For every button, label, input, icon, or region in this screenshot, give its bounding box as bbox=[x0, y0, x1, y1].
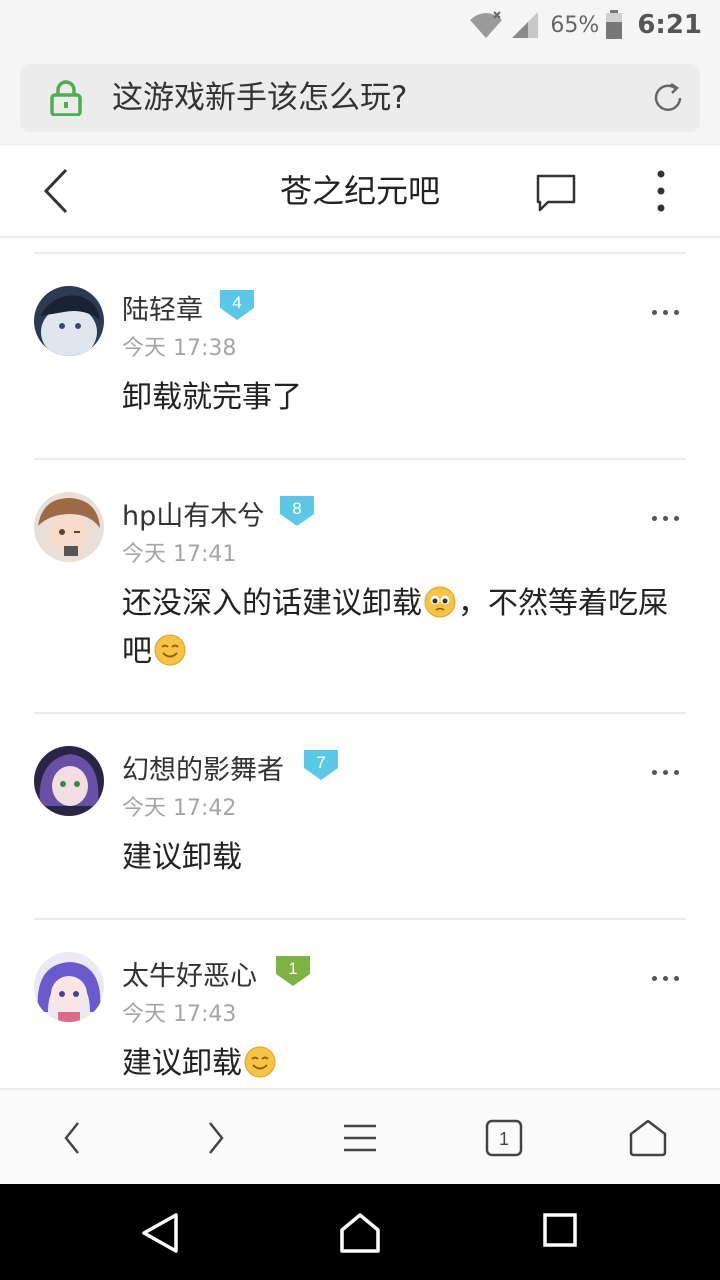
chevron-right-icon bbox=[209, 1122, 224, 1154]
reply-content: 还没深入的话建议卸载 ，不然等着吃屎吧 bbox=[122, 580, 692, 676]
level-badge: 1 bbox=[276, 956, 310, 986]
reply-time: 今天 17:42 bbox=[122, 796, 237, 821]
pleading-emoji-icon bbox=[424, 586, 456, 618]
wifi-icon bbox=[470, 11, 503, 38]
browser-forward-button[interactable] bbox=[192, 1114, 240, 1162]
menu-icon bbox=[344, 1124, 376, 1152]
level-number: 4 bbox=[232, 293, 241, 312]
more-vertical-icon[interactable] bbox=[650, 168, 672, 214]
browser-toolbar: 1 bbox=[0, 1088, 720, 1184]
browser-address-area: 这游戏新手该怎么玩? bbox=[0, 50, 720, 146]
tab-count: 1 bbox=[499, 1129, 509, 1149]
reply-more-icon[interactable] bbox=[652, 760, 685, 779]
username[interactable]: 幻想的影舞者 bbox=[122, 748, 284, 787]
avatar[interactable] bbox=[34, 952, 104, 1022]
url-text: 这游戏新手该怎么玩? bbox=[112, 80, 408, 116]
username[interactable]: 陆轻章 bbox=[122, 288, 203, 327]
browser-home-button[interactable] bbox=[624, 1114, 672, 1162]
reply-more-icon[interactable] bbox=[652, 300, 685, 319]
smile-emoji-icon bbox=[244, 1046, 276, 1078]
home-icon bbox=[629, 1119, 667, 1157]
smile-emoji-icon bbox=[154, 634, 186, 666]
nav-recents-icon[interactable] bbox=[542, 1212, 578, 1248]
level-number: 7 bbox=[316, 753, 325, 772]
reply-text: 还没深入的话建议卸载 bbox=[122, 586, 422, 621]
reply-content: 建议卸载 bbox=[122, 840, 242, 875]
level-badge: 8 bbox=[280, 496, 314, 526]
divider bbox=[34, 712, 686, 714]
divider bbox=[34, 458, 686, 460]
status-icons: 65% 6:21 bbox=[468, 6, 702, 44]
address-bar[interactable]: 这游戏新手该怎么玩? bbox=[20, 64, 700, 132]
divider bbox=[34, 918, 686, 920]
reply-time: 今天 17:38 bbox=[122, 336, 237, 361]
reply-content: 建议卸载 bbox=[122, 1040, 692, 1088]
signal-icon bbox=[512, 12, 539, 38]
divider bbox=[34, 252, 686, 254]
reply-list: 陆轻章 4 今天 17:38 卸载就完事了 hp山有木兮 8 今天 17:41 bbox=[0, 238, 720, 1088]
reload-icon[interactable] bbox=[650, 80, 686, 116]
nav-home-icon[interactable] bbox=[338, 1212, 382, 1254]
reply-more-icon[interactable] bbox=[652, 966, 685, 985]
message-icon[interactable] bbox=[534, 172, 578, 214]
lock-icon bbox=[50, 80, 82, 116]
forum-header: 苍之纪元吧 bbox=[0, 146, 720, 238]
browser-menu-button[interactable] bbox=[336, 1114, 384, 1162]
username[interactable]: 太牛好恶心 bbox=[122, 954, 257, 993]
battery-percent: 65% bbox=[550, 12, 600, 38]
status-bar: 65% 6:21 bbox=[0, 0, 720, 50]
reply-content: 卸载就完事了 bbox=[122, 380, 302, 415]
level-number: 8 bbox=[292, 499, 301, 518]
avatar[interactable] bbox=[34, 492, 104, 562]
tabs-button[interactable]: 1 bbox=[480, 1114, 528, 1162]
avatar[interactable] bbox=[34, 286, 104, 356]
battery-icon bbox=[606, 10, 623, 39]
reply-text: 建议卸载 bbox=[122, 1046, 242, 1081]
level-badge: 4 bbox=[220, 290, 254, 320]
reply-time: 今天 17:41 bbox=[122, 542, 237, 567]
clock: 6:21 bbox=[637, 10, 702, 40]
nav-back-icon[interactable] bbox=[140, 1212, 180, 1254]
avatar[interactable] bbox=[34, 746, 104, 816]
browser-back-button[interactable] bbox=[48, 1114, 96, 1162]
username[interactable]: hp山有木兮 bbox=[122, 494, 264, 533]
page-title: 苍之纪元吧 bbox=[279, 172, 440, 210]
reply-more-icon[interactable] bbox=[652, 506, 685, 525]
tabs-icon: 1 bbox=[485, 1119, 523, 1157]
reply-time: 今天 17:43 bbox=[122, 1002, 237, 1027]
system-nav-bar bbox=[0, 1184, 720, 1280]
level-badge: 7 bbox=[304, 750, 338, 780]
level-number: 1 bbox=[288, 959, 297, 978]
chevron-left-icon bbox=[64, 1122, 79, 1154]
